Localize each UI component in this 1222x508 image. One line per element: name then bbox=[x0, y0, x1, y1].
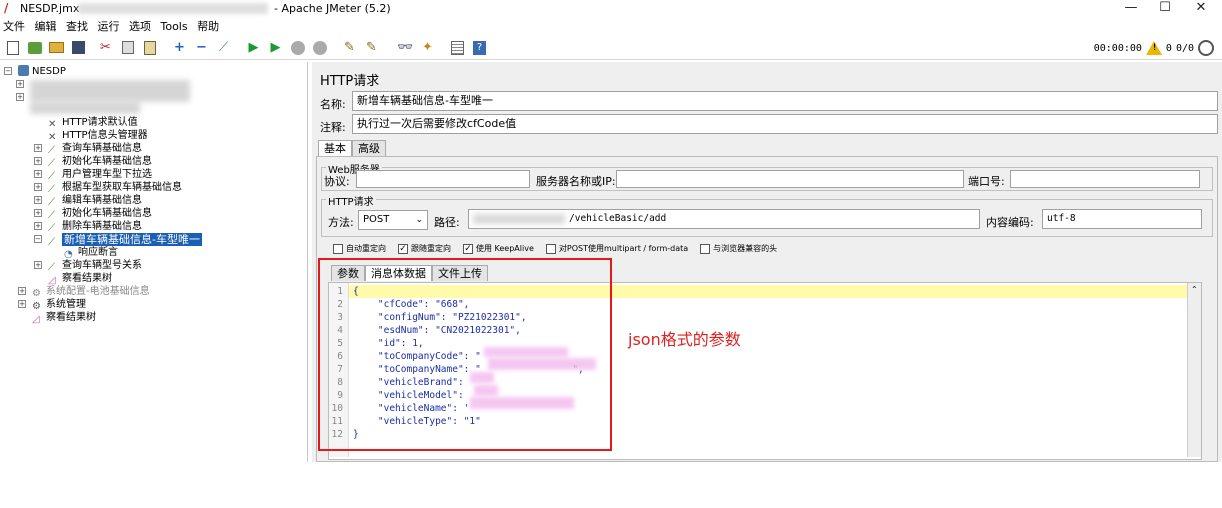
copy-icon[interactable] bbox=[118, 38, 137, 57]
elapsed-timer: 00:00:00 bbox=[1093, 42, 1142, 54]
window-file-name: NESDP.jmx bbox=[20, 2, 80, 15]
tree-item[interactable]: + ⟋ 根据车型获取车辆基础信息 bbox=[34, 181, 182, 195]
annotation-box bbox=[318, 258, 612, 451]
protocol-field[interactable] bbox=[356, 170, 530, 188]
menu-tools[interactable]: Tools bbox=[161, 18, 188, 36]
method-label: 方法: bbox=[328, 216, 354, 229]
port-label: 端口号: bbox=[968, 175, 1005, 188]
search-icon[interactable]: 👓 bbox=[396, 38, 415, 57]
editor-scrollbar[interactable]: ⌃ bbox=[1187, 283, 1201, 457]
test-plan-tree: − NESDP + + ✕ HTTP请求默认值 ✕ HTTP信息头管理器 + ⟋ 查询车… bbox=[0, 62, 308, 462]
redacted-tree-items-2 bbox=[30, 102, 140, 114]
browser-headers-checkbox[interactable]: 与浏览器兼容的头 bbox=[700, 243, 777, 254]
encoding-field[interactable]: utf-8 bbox=[1042, 209, 1202, 229]
minimize-icon[interactable]: — bbox=[1114, 0, 1148, 18]
expand-icon[interactable]: + bbox=[170, 38, 189, 57]
tree-item[interactable]: + ⟋ 查询车辆基础信息 bbox=[34, 142, 142, 156]
http-request-group: HTTP请求 方法: POST ⌄ 路径: /vehicleBasic/add 内… bbox=[321, 193, 1213, 237]
multipart-checkbox[interactable]: 对POST使用multipart / form-data bbox=[545, 243, 688, 254]
redacted-path-prefix bbox=[473, 214, 565, 224]
warning-count: 0 bbox=[1165, 42, 1172, 54]
start-icon[interactable]: ▶ bbox=[244, 38, 263, 57]
panel-title: HTTP请求 bbox=[320, 74, 380, 89]
tree-item-selected[interactable]: − ⟋ 新增车辆基础信息-车型唯一 bbox=[34, 233, 202, 248]
tree-item[interactable]: + ⟋ 初始化车辆基础信息 bbox=[34, 155, 152, 169]
name-label: 名称: bbox=[320, 98, 346, 111]
tab-advanced[interactable]: 高级 bbox=[352, 140, 386, 156]
help-icon[interactable]: ? bbox=[470, 38, 489, 57]
redacted-path bbox=[78, 3, 268, 14]
thread-count: 0/0 bbox=[1175, 42, 1194, 54]
cut-icon[interactable]: ✂ bbox=[96, 38, 115, 57]
clear-all-icon[interactable]: ✎ bbox=[362, 38, 381, 57]
annotation-text: json格式的参数 bbox=[628, 330, 741, 349]
http-request-title: HTTP请求 bbox=[326, 193, 376, 208]
menu-file[interactable]: 文件 bbox=[3, 18, 25, 36]
new-icon[interactable] bbox=[3, 38, 22, 57]
options-row: 自动重定向 ✓ 跟随重定向 ✓ 使用 KeepAlive 对POST使用multip… bbox=[333, 243, 789, 254]
tree-item[interactable]: + ⚙ 系统管理 bbox=[18, 298, 86, 312]
method-select[interactable]: POST ⌄ bbox=[358, 210, 428, 230]
name-field[interactable]: 新增车辆基础信息-车型唯一 bbox=[352, 91, 1218, 111]
collapse-icon[interactable]: − bbox=[192, 38, 211, 57]
templates-icon[interactable] bbox=[25, 38, 44, 57]
function-helper-icon[interactable] bbox=[448, 38, 467, 57]
paste-icon[interactable] bbox=[140, 38, 159, 57]
tree-item-http-defaults[interactable]: ✕ HTTP请求默认值 bbox=[48, 116, 138, 130]
open-icon[interactable] bbox=[47, 38, 66, 57]
reset-search-icon[interactable]: ✦ bbox=[418, 38, 437, 57]
tree-item[interactable]: + ⟋ 删除车辆基础信息 bbox=[34, 220, 142, 234]
tab-bar: 基本 高级 bbox=[318, 140, 386, 156]
tree-item[interactable]: + ⟋ 初始化车辆基础信息 bbox=[34, 207, 152, 221]
remote-icon[interactable] bbox=[1198, 40, 1214, 56]
jmeter-feather-icon: / bbox=[4, 1, 9, 15]
tree-item-disabled[interactable]: + ⚙ 系统配置-电池基础信息 bbox=[18, 285, 150, 299]
server-label: 服务器名称或IP: bbox=[536, 175, 616, 188]
window-app-title: - Apache JMeter (5.2) bbox=[274, 2, 391, 15]
run-status: 00:00:00 ! 0 0/0 bbox=[1094, 39, 1214, 57]
menu-edit[interactable]: 编辑 bbox=[35, 18, 57, 36]
toolbar: ✂ + − ⟋ ▶ ▶ ✎ ✎ 👓 ✦ ? 00:00:00 ! 0 0/0 bbox=[0, 36, 1222, 60]
clear-icon[interactable]: ✎ bbox=[340, 38, 359, 57]
tree-item[interactable]: + ⟋ 编辑车辆基础信息 bbox=[34, 194, 142, 208]
maximize-icon[interactable]: ☐ bbox=[1148, 0, 1182, 18]
menu-options[interactable]: 选项 bbox=[129, 18, 151, 36]
close-icon[interactable]: ✕ bbox=[1184, 0, 1218, 18]
auto-redirect-checkbox[interactable]: 自动重定向 bbox=[333, 243, 386, 254]
comment-label: 注释: bbox=[320, 121, 346, 134]
tree-item-results-tree[interactable]: ◿ 察看结果树 bbox=[48, 272, 112, 286]
shutdown-icon[interactable] bbox=[310, 38, 329, 57]
server-field[interactable] bbox=[616, 170, 964, 188]
tree-item-assertion[interactable]: ◔ 响应断言 bbox=[64, 246, 118, 260]
tab-basic[interactable]: 基本 bbox=[318, 140, 352, 156]
warning-icon[interactable]: ! bbox=[1145, 41, 1162, 55]
tree-item-header-manager[interactable]: ✕ HTTP信息头管理器 bbox=[48, 129, 148, 143]
comment-field[interactable]: 执行过一次后需要修改cfCode值 bbox=[352, 114, 1218, 134]
keepalive-checkbox[interactable]: ✓ 使用 KeepAlive bbox=[463, 243, 534, 254]
port-field[interactable] bbox=[1010, 170, 1200, 188]
menu-search[interactable]: 查找 bbox=[66, 18, 88, 36]
path-label: 路径: bbox=[434, 216, 460, 229]
toggle-icon[interactable]: ⟋ bbox=[214, 38, 233, 57]
web-server-group: Web服务器 协议: 服务器名称或IP: 端口号: bbox=[321, 161, 1213, 191]
encoding-label: 内容编码: bbox=[986, 216, 1034, 229]
tree-item[interactable]: + ⟋ 用户管理车型下拉选 bbox=[34, 168, 152, 182]
follow-redirect-checkbox[interactable]: ✓ 跟随重定向 bbox=[398, 243, 451, 254]
save-icon[interactable] bbox=[69, 38, 88, 57]
stop-icon[interactable] bbox=[288, 38, 307, 57]
path-value: /vehicleBasic/add bbox=[569, 213, 667, 224]
start-no-pauses-icon[interactable]: ▶ bbox=[266, 38, 285, 57]
tree-root[interactable]: − NESDP bbox=[4, 65, 66, 78]
path-field[interactable]: /vehicleBasic/add bbox=[468, 209, 980, 229]
protocol-label: 协议: bbox=[324, 175, 350, 188]
menu-bar: 文件 编辑 查找 运行 选项 Tools 帮助 bbox=[0, 18, 1222, 36]
tree-item-results-tree[interactable]: ◿ 察看结果树 bbox=[32, 311, 96, 325]
redacted-tree-items bbox=[30, 80, 190, 102]
tree-item[interactable]: + ⟋ 查询车辆型号关系 bbox=[34, 259, 142, 273]
menu-run[interactable]: 运行 bbox=[98, 18, 120, 36]
title-bar: / NESDP.jmx - Apache JMeter (5.2) — ☐ ✕ bbox=[0, 0, 1222, 18]
menu-help[interactable]: 帮助 bbox=[197, 18, 219, 36]
